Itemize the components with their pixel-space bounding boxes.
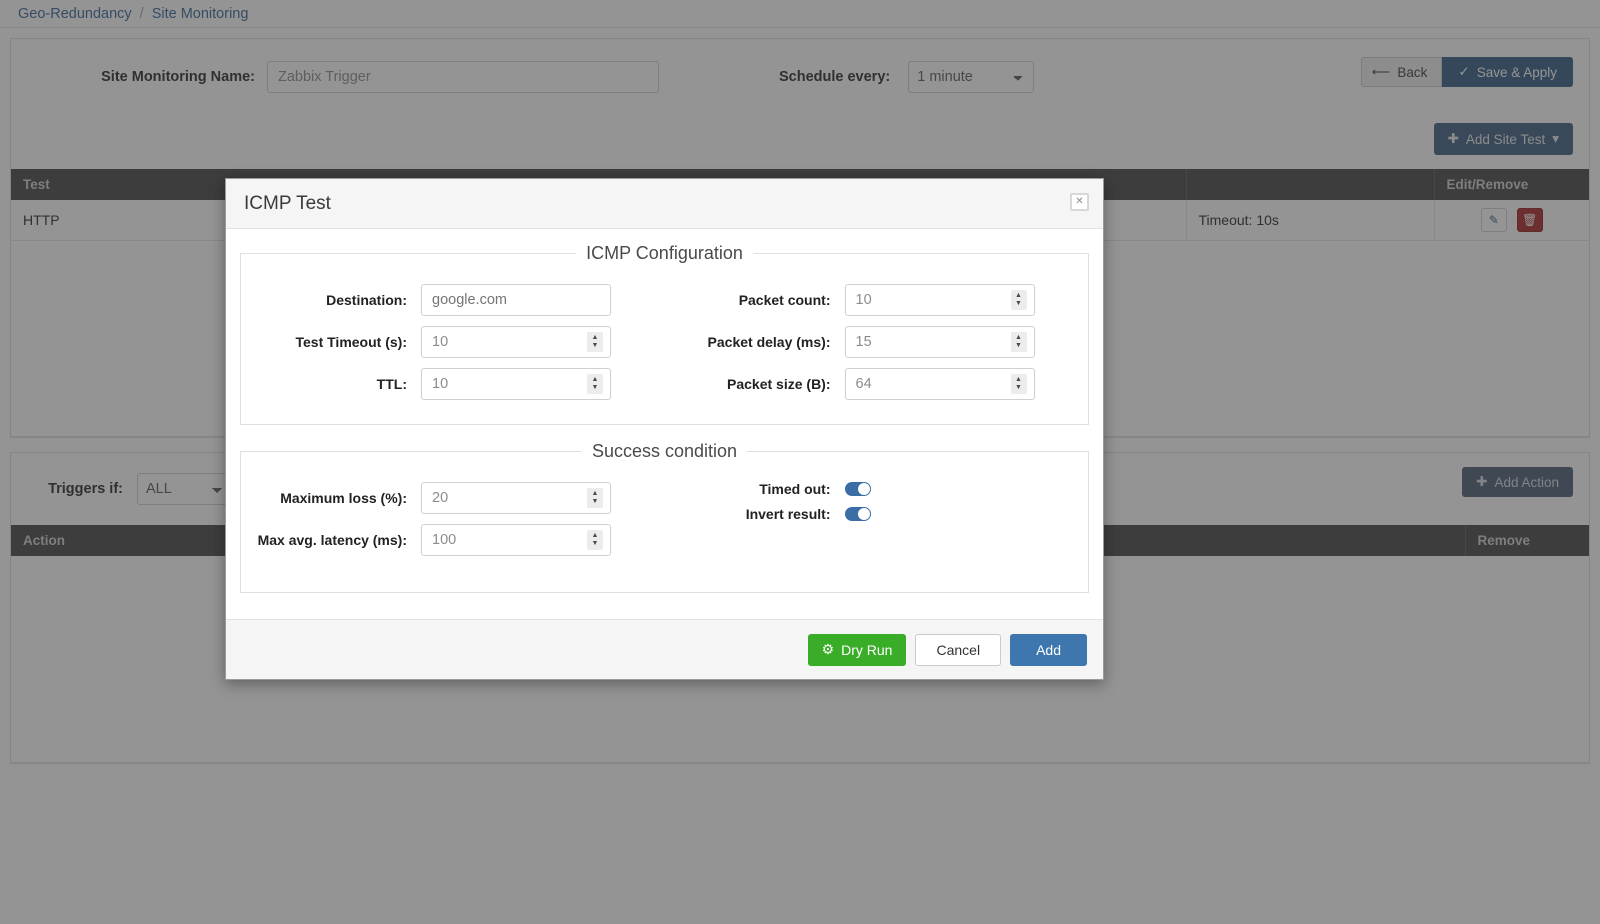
dry-run-button[interactable]: ⚙ Dry Run xyxy=(808,634,907,666)
field-timed-out: Timed out: xyxy=(665,481,1089,497)
packet-size-input[interactable] xyxy=(845,368,1035,400)
destination-input[interactable] xyxy=(421,284,611,316)
max-avg-latency-stepper[interactable]: ▲▼ xyxy=(587,530,603,550)
field-max-avg-latency: Max avg. latency (ms): ▲▼ xyxy=(241,524,665,556)
icmp-configuration-legend: ICMP Configuration xyxy=(576,243,753,264)
ttl-wrap: ▲▼ xyxy=(421,368,611,400)
test-timeout-label: Test Timeout (s): xyxy=(241,334,421,350)
timed-out-label: Timed out: xyxy=(665,481,845,497)
packet-delay-label: Packet delay (ms): xyxy=(665,334,845,350)
invert-result-label: Invert result: xyxy=(665,506,845,522)
maximum-loss-wrap: ▲▼ xyxy=(421,482,611,514)
toggle-knob xyxy=(858,508,870,520)
modal-body: ICMP Configuration Destination: Test Tim… xyxy=(226,229,1103,619)
test-timeout-wrap: ▲▼ xyxy=(421,326,611,358)
success-condition-group: Success condition Maximum loss (%): ▲▼ M… xyxy=(240,441,1089,593)
field-packet-delay: Packet delay (ms): ▲▼ xyxy=(665,326,1089,358)
packet-delay-stepper[interactable]: ▲▼ xyxy=(1011,332,1027,352)
close-icon[interactable]: ✕ xyxy=(1070,193,1089,211)
field-packet-size: Packet size (B): ▲▼ xyxy=(665,368,1089,400)
field-invert-result: Invert result: xyxy=(665,506,1089,522)
gear-icon: ⚙ xyxy=(822,641,835,658)
packet-delay-input[interactable] xyxy=(845,326,1035,358)
max-avg-latency-wrap: ▲▼ xyxy=(421,524,611,556)
packet-size-wrap: ▲▼ xyxy=(845,368,1035,400)
modal-footer: ⚙ Dry Run Cancel Add xyxy=(226,619,1103,679)
field-ttl: TTL: ▲▼ xyxy=(241,368,665,400)
packet-size-stepper[interactable]: ▲▼ xyxy=(1011,374,1027,394)
test-timeout-stepper[interactable]: ▲▼ xyxy=(587,332,603,352)
add-button[interactable]: Add xyxy=(1010,634,1087,666)
timed-out-toggle[interactable] xyxy=(845,482,871,496)
modal-header: ICMP Test ✕ xyxy=(226,179,1103,229)
test-timeout-input[interactable] xyxy=(421,326,611,358)
maximum-loss-stepper[interactable]: ▲▼ xyxy=(587,488,603,508)
packet-count-input[interactable] xyxy=(845,284,1035,316)
toggle-knob xyxy=(858,483,870,495)
cancel-button[interactable]: Cancel xyxy=(915,634,1001,666)
packet-count-wrap: ▲▼ xyxy=(845,284,1035,316)
packet-count-label: Packet count: xyxy=(665,292,845,308)
packet-delay-wrap: ▲▼ xyxy=(845,326,1035,358)
field-packet-count: Packet count: ▲▼ xyxy=(665,284,1089,316)
success-grid: Maximum loss (%): ▲▼ Max avg. latency (m… xyxy=(241,472,1088,566)
modal-title: ICMP Test xyxy=(244,193,331,215)
maximum-loss-input[interactable] xyxy=(421,482,611,514)
icmp-test-modal: ICMP Test ✕ ICMP Configuration Destinati… xyxy=(225,178,1104,680)
field-destination: Destination: xyxy=(241,284,665,316)
ttl-label: TTL: xyxy=(241,376,421,392)
config-grid: Destination: Test Timeout (s): ▲▼ TTL: xyxy=(241,274,1088,410)
packet-size-label: Packet size (B): xyxy=(665,376,845,392)
max-avg-latency-label: Max avg. latency (ms): xyxy=(241,532,421,548)
maximum-loss-label: Maximum loss (%): xyxy=(241,490,421,506)
success-condition-legend: Success condition xyxy=(582,441,747,462)
success-left-column: Maximum loss (%): ▲▼ Max avg. latency (m… xyxy=(241,472,665,566)
icmp-configuration-group: ICMP Configuration Destination: Test Tim… xyxy=(240,243,1089,425)
config-left-column: Destination: Test Timeout (s): ▲▼ TTL: xyxy=(241,274,665,410)
ttl-input[interactable] xyxy=(421,368,611,400)
invert-result-toggle[interactable] xyxy=(845,507,871,521)
ttl-stepper[interactable]: ▲▼ xyxy=(587,374,603,394)
config-right-column: Packet count: ▲▼ Packet delay (ms): ▲▼ xyxy=(665,274,1089,410)
max-avg-latency-input[interactable] xyxy=(421,524,611,556)
field-test-timeout: Test Timeout (s): ▲▼ xyxy=(241,326,665,358)
success-right-column: Timed out: Invert result: xyxy=(665,472,1089,566)
field-maximum-loss: Maximum loss (%): ▲▼ xyxy=(241,482,665,514)
packet-count-stepper[interactable]: ▲▼ xyxy=(1011,290,1027,310)
destination-label: Destination: xyxy=(241,292,421,308)
dry-run-label: Dry Run xyxy=(841,642,892,658)
